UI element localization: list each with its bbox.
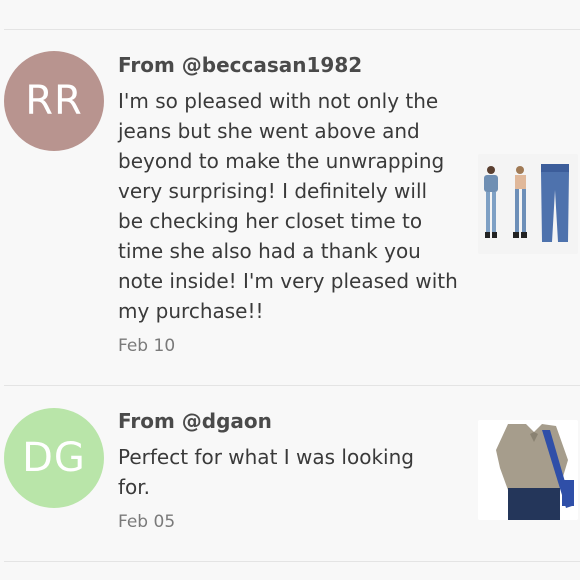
avatar[interactable]: RR	[4, 51, 104, 151]
review-divider	[4, 385, 580, 386]
avatar[interactable]: DG	[4, 408, 104, 508]
review-content: From @dgaon Perfect for what I was looki…	[118, 408, 448, 532]
review-author[interactable]: From @dgaon	[118, 408, 448, 434]
sweater-icon	[478, 420, 578, 520]
jeans-outfit-icon	[478, 154, 578, 254]
listing-thumbnail[interactable]	[478, 420, 578, 520]
avatar-initials: DG	[22, 435, 86, 481]
review-text: Perfect for what I was looking for.	[118, 445, 414, 499]
review-content: From @beccasan1982 I'm so pleased with n…	[118, 52, 458, 356]
review-date: Feb 10	[118, 336, 176, 356]
avatar-initials: RR	[25, 78, 83, 124]
listing-thumbnail[interactable]	[478, 154, 578, 254]
top-divider	[4, 29, 580, 30]
review-date: Feb 05	[118, 512, 176, 532]
review-author[interactable]: From @beccasan1982	[118, 52, 458, 78]
review-text: I'm so pleased with not only the jeans b…	[118, 89, 458, 323]
bottom-divider	[4, 561, 580, 562]
